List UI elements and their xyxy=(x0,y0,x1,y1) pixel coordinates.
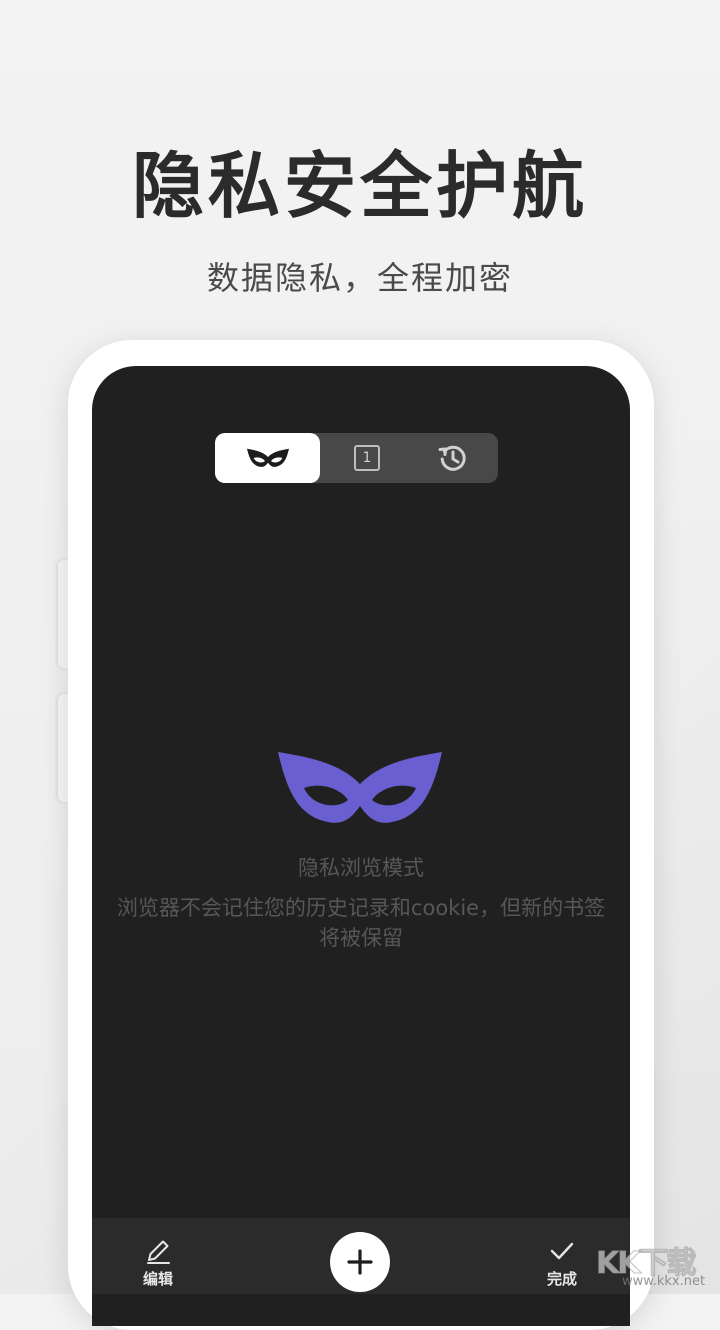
done-button[interactable]: 完成 xyxy=(534,1236,590,1288)
edit-label: 编辑 xyxy=(142,1270,173,1288)
history-icon xyxy=(438,445,466,471)
check-icon xyxy=(550,1242,574,1260)
edit-button[interactable]: 编辑 xyxy=(130,1236,186,1288)
add-tab-button[interactable] xyxy=(330,1232,390,1292)
private-mode-title: 隐私浏览模式 xyxy=(298,856,424,880)
plus-icon xyxy=(347,1249,373,1275)
done-label: 完成 xyxy=(546,1270,577,1288)
tab-count-icon: 1 xyxy=(354,445,380,471)
mask-icon xyxy=(278,752,442,823)
private-mode-description: 浏览器不会记住您的历史记录和cookie，但新的书签将被保留 xyxy=(116,896,606,950)
site-watermark: KK下载 www.kkx.net xyxy=(596,1238,716,1292)
tab-history[interactable] xyxy=(413,433,493,483)
bottom-toolbar: 编辑 完成 xyxy=(92,1218,630,1294)
promo-subheadline: 数据隐私，全程加密 xyxy=(206,259,513,297)
tab-private-mode[interactable] xyxy=(215,433,320,483)
watermark-url: www.kkx.net xyxy=(622,1274,706,1289)
phone-screen: 1 隐私浏览模式 浏览器不会记住您的历史记录和cookie，但新的书签将被保留 xyxy=(92,366,630,1326)
tab-open-tabs[interactable]: 1 xyxy=(327,433,407,483)
mask-icon xyxy=(246,448,289,467)
pencil-icon xyxy=(147,1240,170,1264)
promo-headline: 隐私安全护航 xyxy=(131,144,588,228)
mode-tab-switcher: 1 xyxy=(215,433,498,483)
